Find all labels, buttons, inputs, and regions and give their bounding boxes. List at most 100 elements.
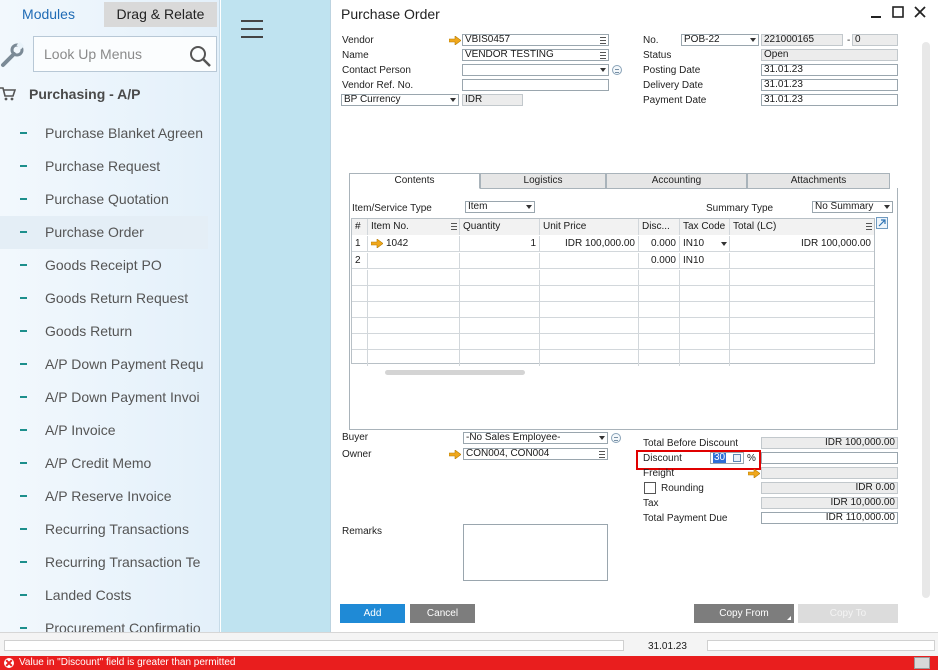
add-button[interactable]: Add [340, 604, 405, 623]
tax-code-cell[interactable]: IN10 [680, 253, 730, 269]
list-icon[interactable] [866, 223, 872, 230]
item-service-type-select[interactable]: Item [465, 201, 535, 213]
menu-item-ap-down-payment-request[interactable]: A/P Down Payment Requ [0, 348, 219, 381]
rounding-checkbox[interactable] [644, 482, 656, 494]
unit-price-cell[interactable]: IDR 100,000.00 [540, 236, 639, 252]
column-header[interactable]: Disc... [639, 219, 680, 235]
table-row-empty[interactable] [352, 302, 874, 318]
payment-date-field[interactable]: 31.01.23 [761, 94, 898, 106]
details-icon[interactable] [612, 65, 622, 75]
discount-cell[interactable]: 0.000 [639, 236, 680, 252]
copy-from-button[interactable]: Copy From [694, 604, 794, 623]
menu-item-ap-credit-memo[interactable]: A/P Credit Memo [0, 447, 219, 480]
quantity-cell[interactable]: 1 [460, 236, 540, 252]
buyer-select[interactable]: -No Sales Employee- [463, 432, 608, 444]
total-cell[interactable]: IDR 100,000.00 [730, 236, 874, 252]
tab-drag-relate[interactable]: Drag & Relate [104, 2, 217, 27]
menu-item-goods-return[interactable]: Goods Return [0, 315, 219, 348]
menu-item-purchase-quotation[interactable]: Purchase Quotation [0, 183, 219, 216]
list-icon[interactable] [599, 451, 605, 458]
search-icon[interactable] [188, 44, 212, 68]
menu-item-procurement-confirmation[interactable]: Procurement Confirmatio [0, 612, 219, 632]
vendor-ref-field[interactable] [462, 79, 609, 91]
menu-item-ap-down-payment-invoice[interactable]: A/P Down Payment Invoi [0, 381, 219, 414]
menu-item-ap-reserve-invoice[interactable]: A/P Reserve Invoice [0, 480, 219, 513]
column-header[interactable]: # [352, 219, 368, 235]
tab-attachments[interactable]: Attachments [747, 173, 890, 189]
list-icon[interactable] [600, 52, 606, 59]
vendor-field[interactable]: VBIS0457 [462, 34, 609, 46]
list-icon[interactable] [451, 223, 457, 230]
chevron-down-icon[interactable] [721, 242, 727, 246]
contact-person-select[interactable] [462, 64, 609, 76]
posting-date-field[interactable]: 31.01.23 [761, 64, 898, 76]
copy-to-button[interactable]: Copy To [798, 604, 898, 623]
delivery-date-field[interactable]: 31.01.23 [761, 79, 898, 91]
table-row[interactable]: 2 0.000 IN10 [352, 253, 874, 269]
menu-item-recurring-transaction-templates[interactable]: Recurring Transaction Te [0, 546, 219, 579]
menu-item-recurring-transactions[interactable]: Recurring Transactions [0, 513, 219, 546]
column-header[interactable]: Total (LC) [730, 219, 874, 235]
close-icon[interactable] [912, 4, 928, 20]
menu-item-ap-invoice[interactable]: A/P Invoice [0, 414, 219, 447]
chevron-down-icon[interactable] [450, 98, 456, 102]
tab-contents[interactable]: Contents [349, 173, 480, 189]
quantity-cell[interactable] [460, 253, 540, 269]
menu-item-landed-costs[interactable]: Landed Costs [0, 579, 219, 612]
discount-cell[interactable]: 0.000 [639, 253, 680, 269]
total-cell[interactable] [730, 253, 874, 269]
column-header[interactable]: Quantity [460, 219, 540, 235]
horizontal-scrollbar[interactable] [385, 370, 525, 375]
minimize-icon[interactable] [868, 4, 884, 20]
item-no-cell[interactable]: 1042 [368, 236, 460, 252]
unit-price-cell[interactable] [540, 253, 639, 269]
link-arrow-icon[interactable] [748, 469, 760, 478]
currency-type-select[interactable]: BP Currency [341, 94, 459, 106]
expand-icon[interactable] [876, 217, 888, 229]
menu-item-purchase-request[interactable]: Purchase Request [0, 150, 219, 183]
owner-field[interactable]: CON004, CON004 [463, 448, 608, 460]
link-arrow-icon[interactable] [449, 450, 461, 459]
menu-item-purchase-blanket-agreement[interactable]: Purchase Blanket Agreen [0, 117, 219, 150]
chevron-down-icon[interactable] [526, 205, 532, 209]
column-header[interactable]: Tax Code [680, 219, 730, 235]
link-arrow-icon[interactable] [449, 36, 461, 45]
maximize-icon[interactable] [890, 4, 906, 20]
menu-item-goods-return-request[interactable]: Goods Return Request [0, 282, 219, 315]
tab-modules[interactable]: Modules [0, 2, 97, 27]
vertical-scrollbar[interactable] [922, 42, 930, 598]
summary-type-select[interactable]: No Summary [812, 201, 893, 213]
tab-accounting[interactable]: Accounting [606, 173, 747, 189]
keyboard-icon[interactable] [914, 657, 930, 669]
link-arrow-icon[interactable] [371, 239, 383, 248]
hamburger-menu-icon[interactable] [241, 20, 263, 40]
table-row-empty[interactable] [352, 350, 874, 366]
remarks-textarea[interactable] [463, 524, 608, 581]
column-header[interactable]: Unit Price [540, 219, 639, 235]
discount-percent-field[interactable]: 30 [710, 452, 744, 464]
tax-code-cell[interactable]: IN10 [680, 236, 730, 252]
table-row-empty[interactable] [352, 270, 874, 286]
menu-item-purchase-order[interactable]: Purchase Order [0, 216, 208, 249]
details-icon[interactable] [611, 433, 621, 443]
list-icon[interactable] [600, 37, 606, 44]
item-no-cell[interactable] [368, 253, 460, 269]
calculator-icon[interactable] [733, 454, 741, 462]
name-field[interactable]: VENDOR TESTING [462, 49, 609, 61]
series-select[interactable]: POB-22 [681, 34, 759, 46]
table-row-empty[interactable] [352, 318, 874, 334]
tab-logistics[interactable]: Logistics [480, 173, 606, 189]
table-row[interactable]: 1 1042 1 IDR 100,000.00 0.000 IN10 IDR 1… [352, 236, 874, 252]
chevron-down-icon[interactable] [750, 38, 756, 42]
chevron-down-icon[interactable] [600, 68, 606, 72]
table-row-empty[interactable] [352, 334, 874, 350]
chevron-down-icon[interactable] [884, 205, 890, 209]
module-header[interactable]: Purchasing - A/P [0, 83, 219, 107]
menu-item-goods-receipt-po[interactable]: Goods Receipt PO [0, 249, 219, 282]
chevron-down-icon[interactable] [599, 436, 605, 440]
discount-amount-field[interactable] [761, 452, 898, 464]
wrench-icon[interactable] [0, 41, 28, 69]
cancel-button[interactable]: Cancel [410, 604, 475, 623]
table-row-empty[interactable] [352, 286, 874, 302]
column-header[interactable]: Item No. [368, 219, 460, 235]
